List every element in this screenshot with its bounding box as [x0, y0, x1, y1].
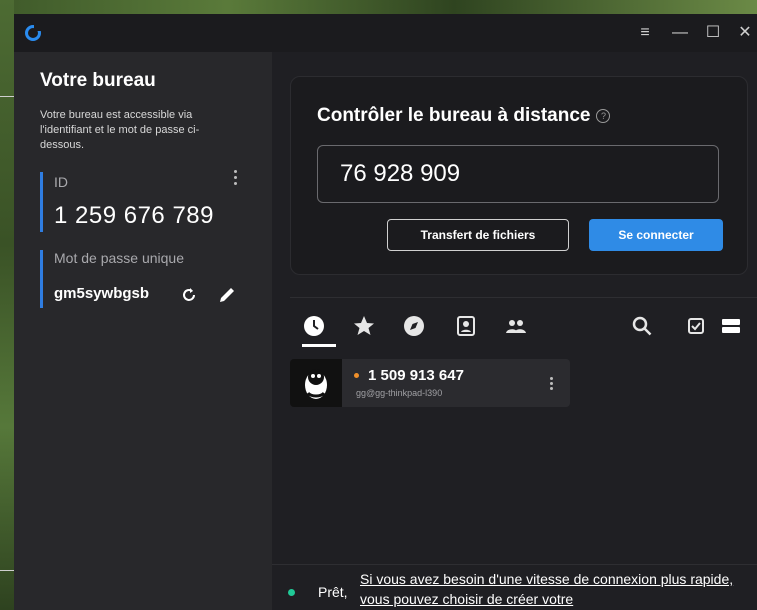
list-view-icon[interactable] — [718, 314, 742, 338]
desktop-divider — [0, 570, 14, 571]
panel-title: Votre bureau — [40, 70, 156, 91]
star-icon[interactable] — [352, 314, 376, 338]
remote-title-text: Contrôler le bureau à distance — [317, 105, 591, 126]
your-desktop-panel: Votre bureau Votre bureau est accessible… — [14, 52, 272, 610]
remote-id-input[interactable]: 76 928 909 — [317, 145, 719, 203]
password-value[interactable]: gm5sywbgsb — [54, 285, 149, 302]
recent-icon[interactable] — [302, 314, 326, 338]
app-logo-icon — [25, 24, 42, 41]
group-icon[interactable] — [504, 314, 528, 338]
remote-title: Contrôler le bureau à distance? — [317, 105, 611, 127]
id-value[interactable]: 1 259 676 789 — [54, 202, 214, 230]
active-tab-indicator — [302, 344, 336, 347]
desktop-background — [0, 0, 757, 14]
connect-button[interactable]: Se connecter — [589, 219, 723, 251]
peer-card[interactable]: 1 509 913 647 gg@gg-thinkpad-l390 — [290, 359, 570, 407]
status-text: Prêt, — [318, 584, 348, 600]
peer-info[interactable]: 1 509 913 647 gg@gg-thinkpad-l390 — [342, 359, 570, 407]
status-bar: Prêt, Si vous avez besoin d'une vitesse … — [272, 564, 757, 610]
compass-icon[interactable] — [402, 314, 426, 338]
id-more-icon[interactable] — [234, 170, 238, 188]
peer-user: gg@gg-thinkpad-l390 — [356, 388, 443, 398]
status-link[interactable]: Si vous avez besoin d'une vitesse de con… — [360, 569, 750, 609]
select-checkbox-icon[interactable] — [684, 314, 708, 338]
linux-penguin-icon — [305, 369, 327, 399]
maximize-button[interactable]: ☐ — [702, 22, 724, 44]
title-bar[interactable]: ≡ — ☐ ✕ — [14, 14, 757, 52]
desktop-divider — [0, 96, 14, 97]
panel-description: Votre bureau est accessible via l'identi… — [40, 109, 200, 151]
id-label: ID — [54, 174, 68, 190]
help-icon[interactable]: ? — [596, 108, 611, 123]
search-icon[interactable] — [630, 314, 654, 338]
address-book-icon[interactable] — [454, 314, 478, 338]
pencil-icon[interactable] — [216, 284, 238, 306]
minimize-button[interactable]: — — [669, 22, 691, 44]
refresh-icon[interactable] — [180, 286, 198, 304]
section-divider — [290, 297, 757, 298]
password-accent-bar — [40, 250, 43, 308]
id-accent-bar — [40, 172, 43, 232]
peer-online-indicator — [354, 373, 359, 378]
menu-icon[interactable]: ≡ — [634, 22, 656, 44]
password-label: Mot de passe unique — [54, 250, 184, 266]
desktop-background-left — [0, 0, 14, 610]
close-button[interactable]: ✕ — [734, 22, 756, 44]
peer-more-icon[interactable] — [550, 377, 554, 392]
peer-id: 1 509 913 647 — [368, 367, 464, 384]
app-window: ≡ — ☐ ✕ Votre bureau Votre bureau est ac… — [14, 14, 757, 610]
status-indicator — [288, 589, 295, 596]
remote-control-card: Contrôler le bureau à distance? 76 928 9… — [290, 76, 748, 275]
file-transfer-button[interactable]: Transfert de fichiers — [387, 219, 569, 251]
peer-avatar — [290, 359, 342, 407]
